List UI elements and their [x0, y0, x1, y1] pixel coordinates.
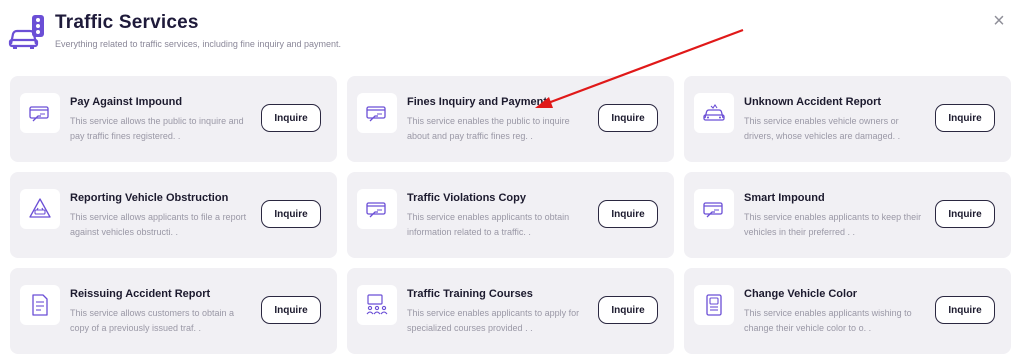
service-card-traffic-training-courses: Traffic Training Courses This service en…: [347, 268, 674, 354]
service-title: Traffic Training Courses: [407, 288, 533, 300]
service-description: This service enables applicants to obtai…: [407, 212, 570, 237]
vehicle-document-icon: [694, 285, 734, 325]
service-title: Reissuing Accident Report: [70, 288, 211, 300]
car-traffic-light-icon: [8, 14, 50, 50]
inquire-button[interactable]: Inquire: [261, 296, 321, 324]
service-description: This service enables vehicle owners or d…: [744, 116, 901, 141]
service-title: Unknown Accident Report: [744, 96, 882, 108]
inquire-button[interactable]: Inquire: [261, 200, 321, 228]
inquire-button[interactable]: Inquire: [598, 296, 658, 324]
page-subtitle: Everything related to traffic services, …: [55, 39, 341, 49]
inquire-button[interactable]: Inquire: [935, 104, 995, 132]
inquire-button[interactable]: Inquire: [598, 104, 658, 132]
inquire-button[interactable]: Inquire: [935, 296, 995, 324]
document-icon: [20, 285, 60, 325]
card-payment-icon: [694, 189, 734, 229]
page-title: Traffic Services: [55, 12, 199, 33]
service-description: This service enables applicants to keep …: [744, 212, 922, 237]
inquire-button[interactable]: Inquire: [598, 200, 658, 228]
car-accident-icon: [694, 93, 734, 133]
inquire-button[interactable]: Inquire: [261, 104, 321, 132]
service-card-reporting-vehicle-obstruction: Reporting Vehicle Obstruction This servi…: [10, 172, 337, 258]
card-payment-icon: [357, 93, 397, 133]
card-payment-icon: [20, 93, 60, 133]
service-card-fines-inquiry: Fines Inquiry and Payment This service e…: [347, 76, 674, 162]
service-title: Smart Impound: [744, 192, 825, 204]
page-header: Traffic Services Everything related to t…: [0, 0, 1024, 70]
service-title: Pay Against Impound: [70, 96, 183, 108]
service-description: This service allows applicants to file a…: [70, 212, 247, 237]
service-description: This service enables applicants to apply…: [407, 308, 580, 333]
close-icon[interactable]: ×: [988, 10, 1010, 32]
service-description: This service allows the public to inquir…: [70, 116, 244, 141]
card-payment-icon: [357, 189, 397, 229]
inquire-button[interactable]: Inquire: [935, 200, 995, 228]
service-card-unknown-accident-report: Unknown Accident Report This service ena…: [684, 76, 1011, 162]
service-card-reissuing-accident-report: Reissuing Accident Report This service a…: [10, 268, 337, 354]
service-card-smart-impound: Smart Impound This service enables appli…: [684, 172, 1011, 258]
service-title: Reporting Vehicle Obstruction: [70, 192, 229, 204]
service-title: Traffic Violations Copy: [407, 192, 526, 204]
service-description: This service enables the public to inqui…: [407, 116, 570, 141]
service-title: Fines Inquiry and Payment: [407, 96, 547, 108]
service-title: Change Vehicle Color: [744, 288, 858, 300]
service-card-traffic-violations-copy: Traffic Violations Copy This service ena…: [347, 172, 674, 258]
service-description: This service allows customers to obtain …: [70, 308, 235, 333]
service-description: This service enables applicants wishing …: [744, 308, 912, 333]
training-class-icon: [357, 285, 397, 325]
warning-vehicle-icon: [20, 189, 60, 229]
service-card-change-vehicle-color: Change Vehicle Color This service enable…: [684, 268, 1011, 354]
service-card-pay-against-impound: Pay Against Impound This service allows …: [10, 76, 337, 162]
